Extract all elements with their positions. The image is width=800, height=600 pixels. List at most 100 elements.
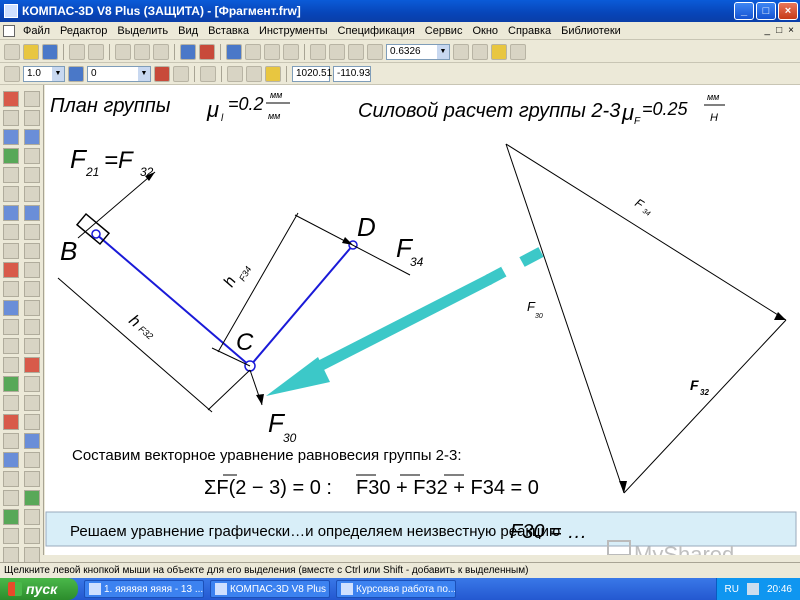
- spline-icon[interactable]: [24, 186, 40, 202]
- angle-icon[interactable]: [3, 338, 19, 354]
- language-indicator[interactable]: RU: [725, 584, 739, 595]
- tray-icon[interactable]: [746, 583, 759, 595]
- hatch-line-icon[interactable]: [24, 338, 40, 354]
- pan-icon[interactable]: [453, 43, 469, 60]
- bisector-icon[interactable]: [24, 452, 40, 468]
- mdi-close-button[interactable]: ×: [788, 25, 794, 36]
- arc-icon[interactable]: [24, 148, 40, 164]
- polygon-icon[interactable]: [24, 243, 40, 259]
- undo-icon[interactable]: [180, 43, 196, 60]
- help-icon[interactable]: [283, 43, 299, 60]
- cut-line-icon[interactable]: [3, 490, 19, 506]
- axis-icon[interactable]: [3, 433, 19, 449]
- horizontal-icon[interactable]: [24, 509, 40, 525]
- grid-icon[interactable]: [200, 65, 216, 82]
- magnet-icon[interactable]: [173, 65, 189, 82]
- manager-icon[interactable]: [226, 43, 242, 60]
- ortho-icon[interactable]: [246, 65, 262, 82]
- chamfer-icon[interactable]: [24, 262, 40, 278]
- pos-icon[interactable]: [3, 547, 19, 563]
- text-tool-icon[interactable]: [3, 281, 19, 297]
- show-all-icon[interactable]: [472, 43, 488, 60]
- reports-icon[interactable]: [3, 243, 19, 259]
- menu-insert[interactable]: Вставка: [203, 25, 254, 37]
- arrow-view-icon[interactable]: [3, 509, 19, 525]
- layer-combo[interactable]: 0 ▼: [87, 65, 151, 82]
- aux-line-icon[interactable]: [24, 357, 40, 373]
- layer-icon[interactable]: [68, 65, 84, 82]
- roughness-icon[interactable]: [3, 395, 19, 411]
- ellipse-icon[interactable]: [24, 167, 40, 183]
- hatch-icon[interactable]: [3, 319, 19, 335]
- taskbar-item-kompas[interactable]: КОМПАС-3D V8 Plus ...: [210, 580, 330, 598]
- maximize-button[interactable]: □: [756, 2, 776, 20]
- table-icon[interactable]: [3, 300, 19, 316]
- chevron-down-icon[interactable]: ▼: [437, 44, 449, 59]
- mark-icon[interactable]: [3, 414, 19, 430]
- new-file-icon[interactable]: [4, 43, 20, 60]
- coord-y-field[interactable]: -110.93: [333, 65, 371, 82]
- menu-window[interactable]: Окно: [467, 25, 503, 37]
- coord-x-field[interactable]: 1020.51: [292, 65, 332, 82]
- print-icon[interactable]: [69, 43, 85, 60]
- function-icon[interactable]: [264, 43, 280, 60]
- menu-editor[interactable]: Редактор: [55, 25, 112, 37]
- zoom-out-icon[interactable]: [348, 43, 364, 60]
- symmetry-icon[interactable]: [24, 547, 40, 563]
- menu-service[interactable]: Сервис: [420, 25, 468, 37]
- fillet-icon[interactable]: [24, 281, 40, 297]
- round-icon[interactable]: [265, 65, 281, 82]
- menu-specification[interactable]: Спецификация: [333, 25, 420, 37]
- geometry-icon[interactable]: [3, 91, 19, 107]
- vertical-icon[interactable]: [24, 528, 40, 544]
- equidistant-icon[interactable]: [24, 319, 40, 335]
- zoom-in-icon[interactable]: [329, 43, 345, 60]
- insert-icon[interactable]: [3, 262, 19, 278]
- point-icon[interactable]: [24, 91, 40, 107]
- refresh-icon[interactable]: [491, 43, 507, 60]
- paste-icon[interactable]: [153, 43, 169, 60]
- menu-file[interactable]: Файл: [18, 25, 55, 37]
- select-icon[interactable]: [3, 205, 19, 221]
- menu-view[interactable]: Вид: [173, 25, 203, 37]
- symbols-icon[interactable]: [3, 129, 19, 145]
- base-icon[interactable]: [3, 376, 19, 392]
- open-folder-icon[interactable]: [23, 43, 39, 60]
- layers-icon[interactable]: [510, 43, 526, 60]
- rectangle-icon[interactable]: [24, 224, 40, 240]
- zoom-window-icon[interactable]: [310, 43, 326, 60]
- scale-icon[interactable]: [4, 65, 20, 82]
- local-cs-icon[interactable]: [227, 65, 243, 82]
- leader-icon[interactable]: [3, 357, 19, 373]
- offset-icon[interactable]: [24, 414, 40, 430]
- nurbs-icon[interactable]: [24, 395, 40, 411]
- snap-icon[interactable]: [154, 65, 170, 82]
- view-icon[interactable]: [3, 452, 19, 468]
- scale-combo[interactable]: 1.0 ▼: [23, 65, 65, 82]
- parallel-icon[interactable]: [24, 490, 40, 506]
- parametrize-icon[interactable]: [3, 167, 19, 183]
- weld-icon[interactable]: [3, 528, 19, 544]
- contour-icon[interactable]: [24, 300, 40, 316]
- chevron-down-icon[interactable]: ▼: [52, 66, 64, 81]
- measure-icon[interactable]: [3, 186, 19, 202]
- mdi-minimize-button[interactable]: _: [765, 25, 771, 36]
- polyline-icon[interactable]: [24, 205, 40, 221]
- menu-select[interactable]: Выделить: [112, 25, 173, 37]
- cut-icon[interactable]: [115, 43, 131, 60]
- mdi-restore-button[interactable]: □: [776, 25, 782, 36]
- line-icon[interactable]: [24, 110, 40, 126]
- menu-help[interactable]: Справка: [503, 25, 556, 37]
- minimize-button[interactable]: _: [734, 2, 754, 20]
- edit-icon[interactable]: [3, 148, 19, 164]
- drawing-canvas[interactable]: План группы μ l =0.2 мм мм Силовой расче…: [45, 85, 800, 567]
- menu-tools[interactable]: Инструменты: [254, 25, 333, 37]
- zoom-combo[interactable]: 0.6326 ▼: [386, 43, 450, 60]
- chevron-down-icon[interactable]: ▼: [138, 66, 150, 81]
- bezier-icon[interactable]: [24, 376, 40, 392]
- tolerance-icon[interactable]: [3, 471, 19, 487]
- menu-libraries[interactable]: Библиотеки: [556, 25, 626, 37]
- taskbar-item-coursework[interactable]: Курсовая работа по...: [336, 580, 456, 598]
- close-button[interactable]: ×: [778, 2, 798, 20]
- start-button[interactable]: пуск: [0, 578, 78, 600]
